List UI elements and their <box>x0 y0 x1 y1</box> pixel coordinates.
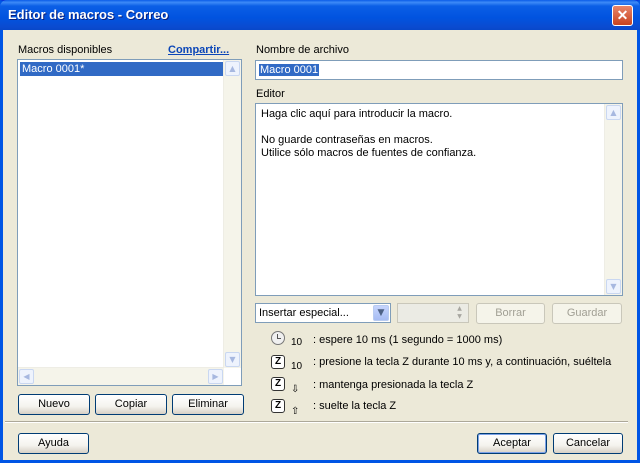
help-button[interactable]: Ayuda <box>18 433 89 454</box>
scroll-left-icon[interactable]: ◀ <box>19 369 34 384</box>
legend-text: : espere 10 ms (1 segundo = 1000 ms) <box>313 334 503 346</box>
editor-label: Editor <box>256 88 285 100</box>
file-name-input[interactable]: Macro 0001 <box>255 60 623 80</box>
close-button[interactable]: ✕ <box>612 5 633 26</box>
key-z-icon: Z <box>271 355 285 369</box>
editor-line: Haga clic aquí para introducir la macro. <box>261 108 453 120</box>
stepper-down-icon[interactable]: ▼ <box>452 313 467 321</box>
file-name-value: Macro 0001 <box>259 64 320 76</box>
insert-special-value: Insertar especial... <box>259 307 349 319</box>
chevron-down-icon[interactable]: ▼ <box>373 305 389 321</box>
legend-text: : mantenga presionada la tecla Z <box>313 379 474 391</box>
scroll-up-icon[interactable]: ▲ <box>225 61 240 76</box>
scroll-right-icon[interactable]: ▶ <box>208 369 223 384</box>
cancel-button[interactable]: Cancelar <box>553 433 623 454</box>
new-macro-button[interactable]: Nuevo <box>18 394 90 415</box>
editor-content: Haga clic aquí para introducir la macro.… <box>261 108 476 160</box>
legend-text: : presione la tecla Z durante 10 ms y, a… <box>313 356 612 368</box>
scroll-down-icon[interactable]: ▼ <box>606 279 621 294</box>
list-item[interactable]: Macro 0001* <box>20 62 225 76</box>
share-link[interactable]: Compartir... <box>168 44 229 56</box>
duration-stepper[interactable]: ▲ ▼ <box>397 303 469 323</box>
arrow-down-icon: ⇩ <box>291 384 300 395</box>
title-bar[interactable]: Editor de macros - Correo ✕ <box>0 0 640 30</box>
arrow-up-icon: ⇧ <box>291 406 300 417</box>
editor-line: No guarde contraseñas en macros. <box>261 134 433 146</box>
scroll-up-icon[interactable]: ▲ <box>606 105 621 120</box>
stepper-up-icon[interactable]: ▲ <box>452 305 467 313</box>
macro-editor-textarea[interactable]: Haga clic aquí para introducir la macro.… <box>255 103 623 296</box>
macros-available-label: Macros disponibles <box>18 44 113 56</box>
clear-button[interactable]: Borrar <box>476 303 545 324</box>
save-button[interactable]: Guardar <box>552 303 622 324</box>
delete-macro-button[interactable]: Eliminar <box>172 394 244 415</box>
insert-special-dropdown[interactable]: Insertar especial... ▼ <box>255 303 391 323</box>
ok-button[interactable]: Aceptar <box>477 433 547 454</box>
editor-vertical-scrollbar[interactable]: ▲ ▼ <box>604 104 622 295</box>
scroll-down-icon[interactable]: ▼ <box>225 352 240 367</box>
key-z-down-icon: Z <box>271 377 285 391</box>
window-title: Editor de macros - Correo <box>8 7 169 22</box>
macro-list-horizontal-scrollbar[interactable]: ◀ ▶ <box>18 367 224 385</box>
key-z-up-icon: Z <box>271 399 285 413</box>
editor-line: Utilice sólo macros de fuentes de confia… <box>261 147 477 159</box>
legend-sub: 10 <box>291 337 303 348</box>
copy-macro-button[interactable]: Copiar <box>95 394 167 415</box>
clock-icon <box>271 331 285 345</box>
footer-divider <box>5 421 628 423</box>
file-name-label: Nombre de archivo <box>256 44 349 56</box>
macro-list[interactable]: Macro 0001* ▲ ▼ ◀ ▶ <box>17 59 242 386</box>
legend-sub: 10 <box>291 361 303 372</box>
legend-text: : suelte la tecla Z <box>313 400 397 412</box>
macro-list-vertical-scrollbar[interactable]: ▲ ▼ <box>223 60 241 368</box>
